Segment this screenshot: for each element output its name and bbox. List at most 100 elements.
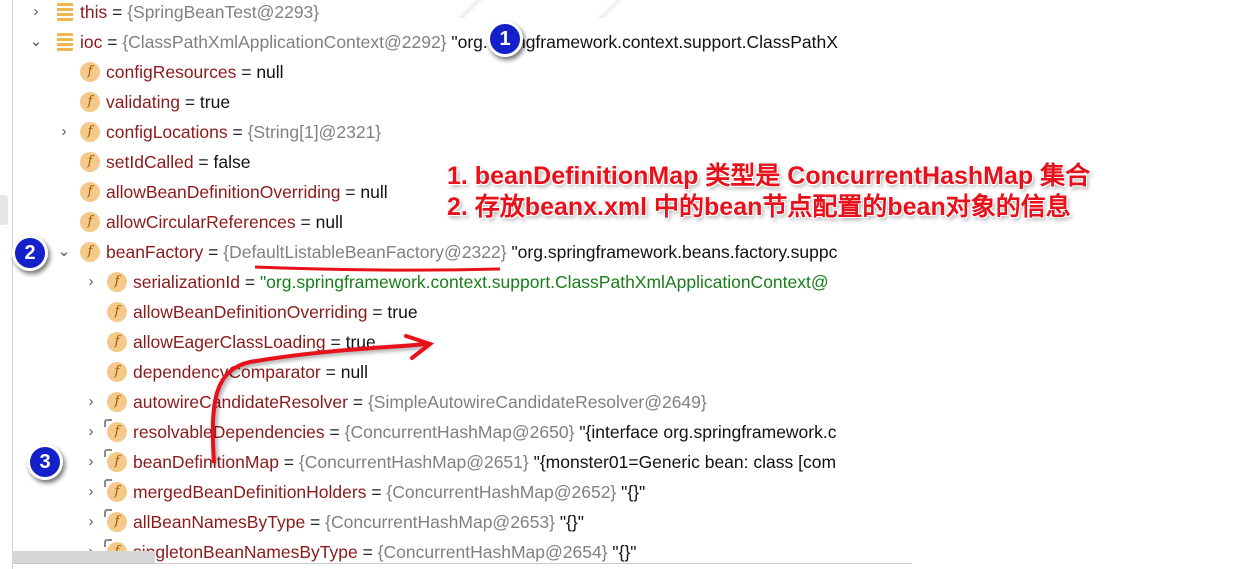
variable-entry: allowEagerClassLoading = true <box>133 327 376 357</box>
field-icon: f <box>107 302 127 322</box>
chevron-right-icon[interactable]: › <box>84 507 98 537</box>
chevron-right-icon[interactable]: › <box>29 0 43 27</box>
tree-row-validating[interactable]: f validating = true <box>13 87 913 117</box>
object-reference: {SimpleAutowireCandidateResolver@2649} <box>367 392 707 412</box>
equals-sign: = <box>347 392 368 412</box>
equals-sign: = <box>236 62 257 82</box>
equals-sign: = <box>278 452 299 472</box>
variable-name: dependencyComparator <box>133 362 321 382</box>
field-icon: f <box>104 509 127 532</box>
chevron-right-icon[interactable]: › <box>57 117 71 147</box>
field-icon: f <box>80 92 100 112</box>
variable-name: beanDefinitionMap <box>133 452 279 472</box>
variable-entry: ioc = {ClassPathXmlApplicationContext@22… <box>80 27 838 57</box>
equals-sign: = <box>325 332 346 352</box>
annotation-badge-2: 2 <box>12 235 48 271</box>
side-panel-grip[interactable] <box>0 195 8 225</box>
object-reference: {ClassPathXmlApplicationContext@2292} <box>122 32 447 52</box>
variable-entry: allBeanNamesByType = {ConcurrentHashMap@… <box>133 507 584 537</box>
equals-sign: = <box>305 512 326 532</box>
tree-row-configLocations[interactable]: › f configLocations = {String[1]@2321} <box>13 117 913 147</box>
variable-entry: validating = true <box>106 87 230 117</box>
field-icon: f <box>107 392 127 412</box>
equals-sign: = <box>107 2 128 22</box>
variable-entry: allowBeanDefinitionOverriding = true <box>133 297 418 327</box>
field-icon: f <box>80 122 100 142</box>
horizontal-scrollbar-thumb[interactable] <box>12 551 155 563</box>
variable-entry: beanDefinitionMap = {ConcurrentHashMap@2… <box>133 447 836 477</box>
variable-name: allowEagerClassLoading <box>133 332 326 352</box>
variable-value: true <box>387 302 418 322</box>
variable-name: allBeanNamesByType <box>133 512 306 532</box>
equals-sign: = <box>324 422 345 442</box>
tree-row-beanFactory[interactable]: ⌄ f beanFactory = {DefaultListableBeanFact… <box>13 237 913 267</box>
field-icon: f <box>80 62 100 82</box>
variable-entry: allowCircularReferences = null <box>106 207 343 237</box>
chevron-down-icon[interactable]: ⌄ <box>57 237 71 267</box>
scrollbar-track <box>12 563 912 564</box>
equals-sign: = <box>240 272 260 292</box>
field-icon: f <box>104 479 127 502</box>
variable-entry: allowBeanDefinitionOverriding = null <box>106 177 388 207</box>
chevron-right-icon[interactable]: › <box>84 387 98 417</box>
field-icon: f <box>80 242 100 262</box>
tree-row-resolvableDependencies[interactable]: › f resolvableDependencies = {ConcurrentHa… <box>13 417 913 447</box>
variable-value: "{monster01=Generic bean: class [com <box>528 452 837 472</box>
chevron-right-icon[interactable]: › <box>84 417 98 447</box>
variable-entry: serializationId = "org.springframework.c… <box>133 267 829 297</box>
variable-name: this <box>80 2 108 22</box>
tree-row-allowBeanDefinitionOverriding[interactable]: f allowBeanDefinitionOverriding = true <box>13 297 913 327</box>
field-icon: f <box>107 332 127 352</box>
variable-entry: configResources = null <box>106 57 284 87</box>
tree-row-ioc[interactable]: ⌄ ioc = {ClassPathXmlApplicationContext@2… <box>13 27 913 57</box>
tree-row-allBeanNamesByType[interactable]: › f allBeanNamesByType = {ConcurrentHashMa… <box>13 507 913 537</box>
equals-sign: = <box>357 542 378 562</box>
equals-sign: = <box>203 242 224 262</box>
variable-value: "{}" <box>607 542 637 562</box>
annotation-note-line-2: 2. 存放beanx.xml 中的bean节点配置的bean对象的信息 <box>447 193 1071 221</box>
tree-row-this[interactable]: › this = {SpringBeanTest@2293} <box>13 0 913 27</box>
variable-value: null <box>340 362 368 382</box>
chevron-right-icon[interactable]: › <box>84 447 98 477</box>
variable-name: serializationId <box>133 272 240 292</box>
variable-entry: configLocations = {String[1]@2321} <box>106 117 381 147</box>
chevron-down-icon[interactable]: ⌄ <box>29 27 43 57</box>
tree-row-serializationId[interactable]: › f serializationId = "org.springframework… <box>13 267 913 297</box>
equals-sign: = <box>102 32 123 52</box>
tree-row-dependencyComparator[interactable]: f dependencyComparator = null <box>13 357 913 387</box>
annotation-badge-3: 3 <box>27 444 63 480</box>
variable-name: beanFactory <box>106 242 204 262</box>
tree-row-configResources[interactable]: f configResources = null <box>13 57 913 87</box>
tree-row-autowireCandidateResolver[interactable]: › f autowireCandidateResolver = {SimpleAut… <box>13 387 913 417</box>
chevron-right-icon[interactable]: › <box>84 477 98 507</box>
equals-sign: = <box>193 152 214 172</box>
variable-entry: beanFactory = {DefaultListableBeanFactor… <box>106 237 837 267</box>
tree-row-mergedBeanDefinitionHolders[interactable]: › f mergedBeanDefinitionHolders = {Concurr… <box>13 477 913 507</box>
chevron-right-icon[interactable]: › <box>84 267 98 297</box>
annotation-badge-1: 1 <box>487 21 523 57</box>
variable-value: true <box>345 332 376 352</box>
variable-value: "{}" <box>554 512 584 532</box>
stack-frame-icon <box>57 3 73 21</box>
variable-entry: setIdCalled = false <box>106 147 250 177</box>
variable-name: autowireCandidateResolver <box>133 392 348 412</box>
equals-sign: = <box>227 122 248 142</box>
field-icon: f <box>104 449 127 472</box>
variable-name: singletonBeanNamesByType <box>133 542 358 562</box>
string-value: "org.springframework.context.support.Cla… <box>259 272 829 292</box>
variable-value: false <box>213 152 251 172</box>
object-reference: {SpringBeanTest@2293} <box>127 2 320 22</box>
field-icon: f <box>80 152 100 172</box>
field-icon: f <box>107 272 127 292</box>
tree-row-beanDefinitionMap[interactable]: › f beanDefinitionMap = {ConcurrentHashMap… <box>13 447 913 477</box>
variable-value: null <box>256 62 284 82</box>
equals-sign: = <box>367 302 388 322</box>
object-reference: {ConcurrentHashMap@2651} <box>298 452 529 472</box>
variable-name: allowBeanDefinitionOverriding <box>133 302 368 322</box>
object-reference: {String[1]@2321} <box>247 122 382 142</box>
object-reference: {ConcurrentHashMap@2650} <box>344 422 575 442</box>
tree-row-allowEagerClassLoading[interactable]: f allowEagerClassLoading = true <box>13 327 913 357</box>
variable-entry: autowireCandidateResolver = {SimpleAutow… <box>133 387 707 417</box>
variable-name: setIdCalled <box>106 152 194 172</box>
variable-entry: this = {SpringBeanTest@2293} <box>80 0 319 27</box>
